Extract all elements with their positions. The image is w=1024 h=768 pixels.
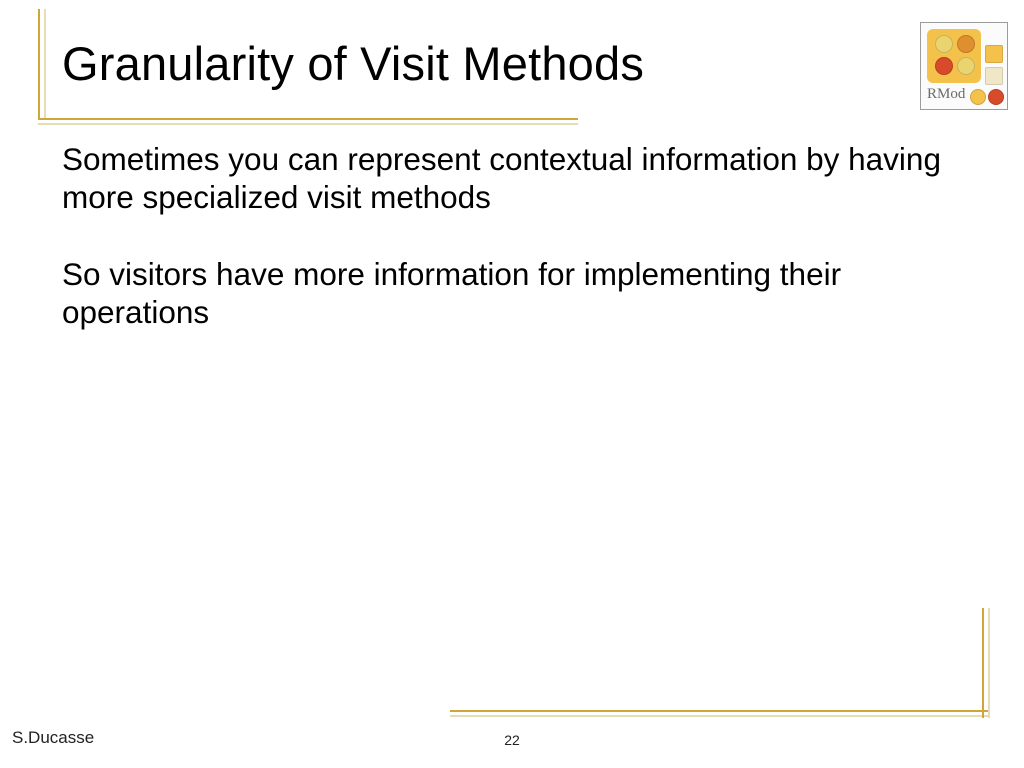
body-paragraph-2: So visitors have more information for im…: [62, 255, 962, 332]
logo-label: RMod: [927, 86, 965, 103]
rmod-logo: RMod: [920, 22, 1008, 110]
body-paragraph-1: Sometimes you can represent contextual i…: [62, 140, 962, 217]
slide-body: Sometimes you can represent contextual i…: [62, 140, 962, 370]
footer-page-number: 22: [504, 732, 520, 748]
footer-author: S.Ducasse: [12, 728, 94, 748]
corner-decoration-top-left: [0, 0, 58, 120]
slide-title: Granularity of Visit Methods: [62, 36, 644, 91]
title-rule: [38, 116, 578, 124]
slide: Granularity of Visit Methods RMod Someti…: [0, 0, 1024, 768]
corner-decoration-bottom-right: [444, 598, 1024, 718]
